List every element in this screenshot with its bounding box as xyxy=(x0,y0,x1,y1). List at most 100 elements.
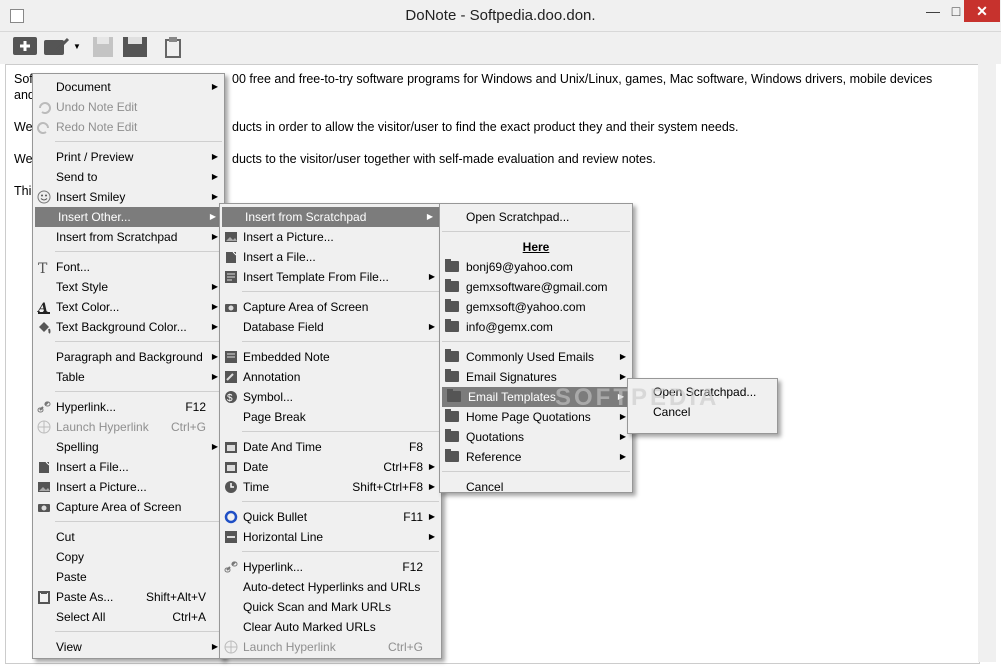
submenu-arrow-icon: ▶ xyxy=(211,322,218,331)
submenu-arrow-icon: ▶ xyxy=(211,82,218,91)
menu-item-redo-note-edit[interactable]: Redo Note Edit xyxy=(33,117,224,137)
menu-item-label: Capture Area of Screen xyxy=(56,500,182,514)
menu-item-embedded-note[interactable]: Embedded Note xyxy=(220,347,441,367)
menu-item-reference[interactable]: Reference ▶ xyxy=(440,447,632,467)
vertical-scrollbar[interactable] xyxy=(978,64,996,662)
menu-item-quick-scan-and-mark-urls[interactable]: Quick Scan and Mark URLs xyxy=(220,597,441,617)
menu-item-horizontal-line[interactable]: Horizontal Line ▶ xyxy=(220,527,441,547)
menu-item-print-preview[interactable]: Print / Preview ▶ xyxy=(33,147,224,167)
dropdown-arrow-icon[interactable]: ▼ xyxy=(73,42,81,64)
new-note-icon[interactable] xyxy=(12,36,40,58)
menu-item-date[interactable]: Date Ctrl+F8 ▶ xyxy=(220,457,441,477)
menu-item-label: Clear Auto Marked URLs xyxy=(243,620,376,634)
menu-item-select-all[interactable]: Select All Ctrl+A xyxy=(33,607,224,627)
symbol-icon: $ xyxy=(225,391,237,404)
submenu-arrow-icon: ▶ xyxy=(428,532,435,541)
undo-icon xyxy=(39,102,51,114)
menu-separator xyxy=(242,501,439,502)
menu-item-insert-a-picture[interactable]: Insert a Picture... xyxy=(220,227,441,247)
menu-item-send-to[interactable]: Send to ▶ xyxy=(33,167,224,187)
menu-separator xyxy=(55,141,222,142)
menu-item-text-style[interactable]: Text Style ▶ xyxy=(33,277,224,297)
menu-item-view[interactable]: View ▶ xyxy=(33,637,224,657)
menu-item-insert-from-scratchpad[interactable]: Insert from Scratchpad ▶ xyxy=(33,227,224,247)
menu-item-document[interactable]: Document ▶ xyxy=(33,77,224,97)
menu-item-label: Insert Template From File... xyxy=(243,270,389,284)
menu-item-hyperlink[interactable]: Hyperlink... F12 xyxy=(220,557,441,577)
menu-item-capture-area-of-screen[interactable]: Capture Area of Screen xyxy=(220,297,441,317)
menu-item-page-break[interactable]: Page Break xyxy=(220,407,441,427)
menu-item-shortcut: F12 xyxy=(402,560,423,574)
menu-item-quotations[interactable]: Quotations ▶ xyxy=(440,427,632,447)
menu-item-text-color[interactable]: A Text Color... ▶ xyxy=(33,297,224,317)
menu-item-label: Copy xyxy=(56,550,85,564)
menu-item-capture-area-of-screen[interactable]: Capture Area of Screen xyxy=(33,497,224,517)
camera-icon xyxy=(225,304,237,312)
menu-item-insert-from-scratchpad[interactable]: Insert from Scratchpad ▶ xyxy=(222,207,439,227)
menu-item-label: gemxsoft@yahoo.com xyxy=(466,300,586,314)
text-color-icon: A xyxy=(37,301,50,314)
menu-item-clear-auto-marked-urls[interactable]: Clear Auto Marked URLs xyxy=(220,617,441,637)
menu-item-gemxsoft-yahoo-com[interactable]: gemxsoft@yahoo.com xyxy=(440,297,632,317)
menu-item-hyperlink[interactable]: Hyperlink... F12 xyxy=(33,397,224,417)
menu-item-insert-a-file[interactable]: Insert a File... xyxy=(220,247,441,267)
menu-item-time[interactable]: Time Shift+Ctrl+F8 ▶ xyxy=(220,477,441,497)
menu-item-label: Document xyxy=(56,80,111,94)
menu-item-text-background-color[interactable]: Text Background Color... ▶ xyxy=(33,317,224,337)
menu-item-label: Symbol... xyxy=(243,390,294,404)
picture-icon xyxy=(38,482,50,492)
menu-item-insert-other[interactable]: Insert Other... ▶ xyxy=(35,207,222,227)
menu-item-insert-smiley[interactable]: Insert Smiley ▶ xyxy=(33,187,224,207)
menu-item-paste[interactable]: Paste xyxy=(33,567,224,587)
menu-item-label: Time xyxy=(243,480,270,494)
menu-separator xyxy=(242,551,439,552)
menu-item-shortcut: Ctrl+F8 xyxy=(383,460,423,474)
menu-item-table[interactable]: Table ▶ xyxy=(33,367,224,387)
submenu-arrow-icon: ▶ xyxy=(211,302,218,311)
menu-item-font[interactable]: T Font... xyxy=(33,257,224,277)
menu-item-paragraph-and-background[interactable]: Paragraph and Background ▶ xyxy=(33,347,224,367)
close-button[interactable]: ✕ xyxy=(964,0,1000,22)
template-icon xyxy=(225,271,237,283)
menu-item-label: Paste xyxy=(56,570,87,584)
menu-item-insert-a-picture[interactable]: Insert a Picture... xyxy=(33,477,224,497)
menu-item-date-and-time[interactable]: Date And Time F8 xyxy=(220,437,441,457)
folder-icon xyxy=(445,409,459,422)
menu-item-insert-template-from-file[interactable]: Insert Template From File... ▶ xyxy=(220,267,441,287)
menu-item-commonly-used-emails[interactable]: Commonly Used Emails ▶ xyxy=(440,347,632,367)
menu-item-gemxsoftware-gmail-com[interactable]: gemxsoftware@gmail.com xyxy=(440,277,632,297)
menu-item-database-field[interactable]: Database Field ▶ xyxy=(220,317,441,337)
menu-item-symbol[interactable]: $ Symbol... xyxy=(220,387,441,407)
maximize-button[interactable]: □ xyxy=(947,0,965,22)
save-all-icon[interactable] xyxy=(122,36,150,58)
minimize-button[interactable]: — xyxy=(919,0,947,22)
clipboard-icon[interactable] xyxy=(162,36,184,58)
redo-icon xyxy=(37,122,49,134)
smiley-icon xyxy=(37,190,51,204)
menu-item-auto-detect-hyperlinks-and-urls[interactable]: Auto-detect Hyperlinks and URLs xyxy=(220,577,441,597)
editor-line-1-right: 00 free and free-to-try software program… xyxy=(232,72,933,86)
menu-item-open-scratchpad[interactable]: Open Scratchpad... xyxy=(440,207,632,227)
menu-item-cancel[interactable]: Cancel xyxy=(440,477,632,497)
menu-item-label: Insert from Scratchpad xyxy=(56,230,178,244)
menu-item-undo-note-edit[interactable]: Undo Note Edit xyxy=(33,97,224,117)
menu-item-launch-hyperlink[interactable]: Launch Hyperlink Ctrl+G xyxy=(220,637,441,657)
globe-icon xyxy=(224,640,238,654)
svg-text:$: $ xyxy=(227,393,233,404)
menu-item-info-gemx-com[interactable]: info@gemx.com xyxy=(440,317,632,337)
menu-item-label: Table xyxy=(56,370,85,384)
menu-item-paste-as[interactable]: Paste As... Shift+Alt+V xyxy=(33,587,224,607)
menu-item-launch-hyperlink[interactable]: Launch Hyperlink Ctrl+G xyxy=(33,417,224,437)
menu-separator xyxy=(55,391,222,392)
menu-item-bonj69-yahoo-com[interactable]: bonj69@yahoo.com xyxy=(440,257,632,277)
menu-item-annotation[interactable]: Annotation xyxy=(220,367,441,387)
menu-separator xyxy=(55,251,222,252)
folder-icon xyxy=(447,389,461,402)
menu-item-spelling[interactable]: Spelling ▶ xyxy=(33,437,224,457)
menu-item-label: Insert a File... xyxy=(56,460,129,474)
edit-note-icon[interactable] xyxy=(43,36,71,58)
menu-item-quick-bullet[interactable]: Quick Bullet F11 ▶ xyxy=(220,507,441,527)
menu-item-copy[interactable]: Copy xyxy=(33,547,224,567)
menu-item-insert-a-file[interactable]: Insert a File... xyxy=(33,457,224,477)
menu-item-cut[interactable]: Cut xyxy=(33,527,224,547)
